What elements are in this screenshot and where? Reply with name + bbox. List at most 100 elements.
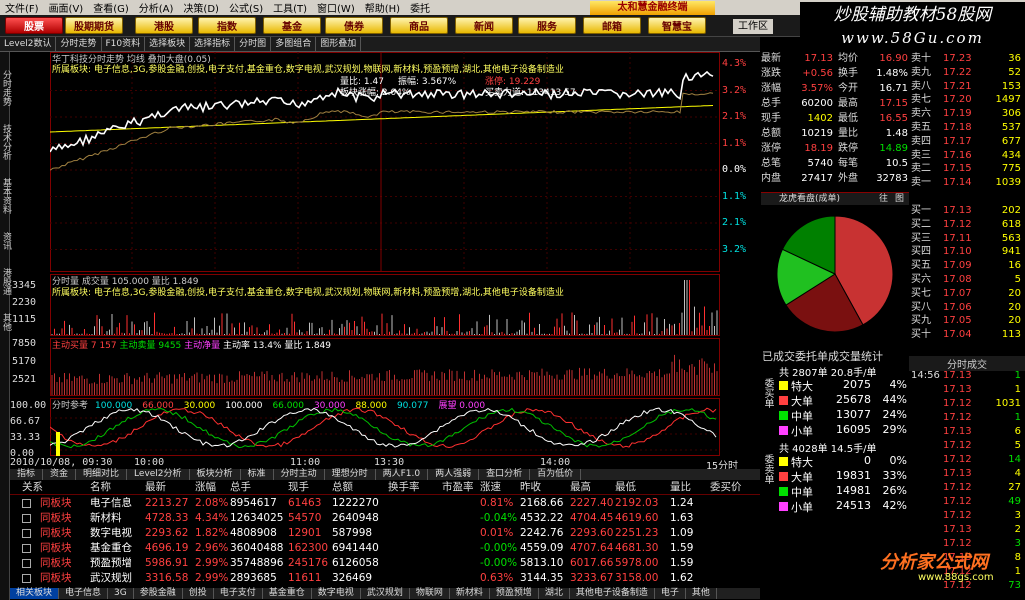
orderbook-row[interactable]: 买八 17.06 20 [909,301,1025,315]
orderbook-row[interactable]: 卖八 17.21 153 [909,80,1025,94]
orderbook-row[interactable]: 卖七 17.20 1497 [909,93,1025,107]
table-header-cell[interactable]: 最高 [570,480,591,495]
sub-tab-1[interactable]: 资金 [43,469,77,480]
orderbook-row[interactable]: 买六 17.08 5 [909,273,1025,287]
menu-item-9[interactable]: 委托 [405,0,435,15]
nav-button-7[interactable]: 新闻 [455,17,513,34]
nav-button-4[interactable]: 基金 [263,17,321,34]
row-checkbox[interactable] [22,514,31,523]
left-tab-3[interactable]: 资讯 [0,232,13,250]
bottom-tab-1[interactable]: 电子信息 [59,588,109,599]
bottom-tab-0[interactable]: 相关板块 [10,588,60,599]
nav-button-3[interactable]: 指数 [198,17,256,34]
table-header-cell[interactable]: 总额 [332,480,353,495]
sub-tab-10[interactable]: 查口分析 [479,469,531,480]
table-header-cell[interactable]: 市盈率 [442,480,474,495]
bottom-tab-5[interactable]: 电子支付 [214,588,263,599]
left-tab-1[interactable]: 技术分析 [0,124,13,160]
orderbook-row[interactable]: 卖四 17.17 677 [909,135,1025,149]
table-header-cell[interactable]: 换手率 [388,480,420,495]
table-header-cell[interactable]: 关系 [22,480,43,495]
bottom-tab-8[interactable]: 武汉规划 [361,588,410,599]
chart-tool-1[interactable]: 分时走势 [56,37,102,51]
nav-button-6[interactable]: 商品 [390,17,448,34]
row-checkbox[interactable] [22,559,31,568]
table-header-cell[interactable]: 现手 [288,480,309,495]
table-header-cell[interactable]: 最低 [615,480,636,495]
table-row[interactable]: 同板块 电子信息 2213.27 2.08% 8954617 61463 1222270 0.… [10,496,760,511]
chart-tool-0[interactable]: Level2数认 [0,37,57,51]
bottom-tab-3[interactable]: 参股金融 [134,588,183,599]
menu-item-6[interactable]: 工具(T) [268,0,312,15]
bottom-tab-6[interactable]: 基金重仓 [263,588,312,599]
orderbook-row[interactable]: 买一 17.13 202 [909,204,1025,218]
table-row[interactable]: 同板块 武汉规划 3316.58 2.99% 2893685 11611 326469 0.6… [10,571,760,586]
nav-button-10[interactable]: 智慧宝 [648,17,706,34]
orderbook-row[interactable]: 买四 17.10 941 [909,245,1025,259]
orderbook-row[interactable]: 买三 17.11 563 [909,232,1025,246]
table-header-cell[interactable]: 委买价 [710,480,742,495]
table-header-cell[interactable]: 最新 [145,480,166,495]
bottom-tab-10[interactable]: 新材料 [450,588,490,599]
nav-button-8[interactable]: 服务 [518,17,576,34]
workspace-label[interactable]: 工作区 [733,19,773,34]
menu-item-8[interactable]: 帮助(H) [360,0,405,15]
nav-button-5[interactable]: 债券 [325,17,383,34]
orderbook-row[interactable]: 买五 17.09 16 [909,259,1025,273]
bottom-tab-15[interactable]: 其他 [686,588,717,599]
chart-tool-7[interactable]: 图形叠加 [316,37,362,51]
sub-tab-0[interactable]: 指标 [10,469,44,480]
sub-tab-2[interactable]: 明细对比 [76,469,128,480]
chart-tool-3[interactable]: 选择板块 [145,37,191,51]
row-checkbox[interactable] [22,574,31,583]
chart-tool-6[interactable]: 多图组合 [271,37,317,51]
orderbook-row[interactable]: 卖九 17.22 52 [909,66,1025,80]
orderbook-row[interactable]: 卖二 17.15 775 [909,162,1025,176]
left-tab-2[interactable]: 基本资料 [0,178,13,214]
chart-tool-2[interactable]: F10资料 [102,37,146,51]
nav-button-0[interactable]: 股票 [5,17,63,34]
dragon-tab-1[interactable]: 往 [879,193,888,206]
chart-tool-5[interactable]: 分时图 [235,37,272,51]
nav-button-1[interactable]: 股期期货 [65,17,123,34]
left-tab-0[interactable]: 分时走势 [0,70,13,106]
table-row[interactable]: 同板块 基金重仓 4696.19 2.96% 36040488 162300 6941440… [10,541,760,556]
orderbook-row[interactable]: 卖五 17.18 537 [909,121,1025,135]
menu-item-7[interactable]: 窗口(W) [312,0,360,15]
dragon-tab-2[interactable]: 图 [895,193,904,206]
table-row[interactable]: 同板块 预盈预增 5986.91 2.99% 35748896 245176 6126058… [10,556,760,571]
menu-item-3[interactable]: 分析(A) [134,0,179,15]
bottom-tab-11[interactable]: 预盈预增 [490,588,539,599]
bottom-tab-4[interactable]: 创投 [183,588,214,599]
menu-item-2[interactable]: 查看(G) [88,0,134,15]
bottom-tab-2[interactable]: 3G [108,588,134,599]
table-header-cell[interactable]: 涨速 [480,480,501,495]
bottom-tab-7[interactable]: 数字电视 [312,588,361,599]
orderbook-row[interactable]: 卖六 17.19 306 [909,107,1025,121]
bottom-tab-13[interactable]: 其他电子设备制造 [570,588,655,599]
bottom-tab-12[interactable]: 湖北 [539,588,570,599]
bottom-tab-14[interactable]: 电子 [655,588,686,599]
menu-item-1[interactable]: 画面(V) [44,0,89,15]
orderbook-row[interactable]: 买十 17.04 113 [909,328,1025,342]
row-checkbox[interactable] [22,529,31,538]
orderbook-row[interactable]: 买七 17.07 20 [909,287,1025,301]
table-header-cell[interactable]: 昨收 [520,480,541,495]
nav-button-9[interactable]: 邮箱 [583,17,641,34]
orderbook-row[interactable]: 卖一 17.14 1039 [909,176,1025,190]
orderbook-row[interactable]: 买九 17.05 20 [909,314,1025,328]
menu-item-4[interactable]: 决策(D) [178,0,224,15]
table-header-cell[interactable]: 量比 [670,480,691,495]
sub-tab-5[interactable]: 标准 [241,469,274,480]
sub-tab-9[interactable]: 两人强弱 [428,469,480,480]
sub-tab-6[interactable]: 分时主动 [274,469,325,480]
sub-tab-11[interactable]: 百为低价 [530,469,582,480]
nav-button-2[interactable]: 港股 [135,17,193,34]
sub-tab-4[interactable]: 板块分析 [190,469,241,480]
table-header-cell[interactable]: 涨幅 [195,480,216,495]
chart-tool-4[interactable]: 选择指标 [190,37,236,51]
table-header-cell[interactable]: 名称 [90,480,111,495]
sub-tab-8[interactable]: 两人F1.0 [376,469,429,480]
row-checkbox[interactable] [22,544,31,553]
table-row[interactable]: 同板块 新材料 4728.33 4.34% 12634025 54570 2640948 -0… [10,511,760,526]
